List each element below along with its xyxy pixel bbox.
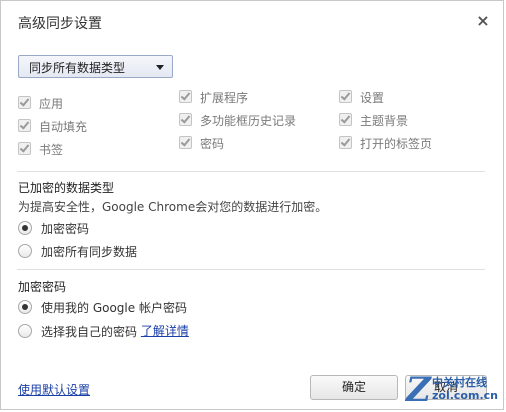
- zol-watermark-logo: Z 中关村在线 zol.com.cn: [406, 372, 502, 408]
- checkbox-checked-icon[interactable]: [179, 113, 192, 126]
- watermark-en-text: zol.com.cn: [432, 389, 498, 402]
- datatype-open-tabs[interactable]: 打开的标签页: [339, 135, 432, 151]
- learn-more-link[interactable]: 了解详情: [141, 324, 189, 338]
- radio-label: 选择我自己的密码: [41, 325, 138, 339]
- radio-choose-own-password[interactable]: 选择我自己的密码 了解详情: [18, 322, 189, 339]
- datatype-omnibox-history[interactable]: 多功能框历史记录: [179, 112, 296, 128]
- sync-type-select-value: 同步所有数据类型: [29, 61, 126, 75]
- datatype-label: 密码: [200, 137, 225, 151]
- radio-selected-icon[interactable]: [18, 299, 32, 314]
- ok-button[interactable]: 确定: [310, 375, 398, 400]
- radio-label: 加密密码: [41, 222, 90, 236]
- radio-selected-icon[interactable]: [18, 220, 32, 235]
- radio-encrypt-passwords[interactable]: 加密密码: [18, 220, 89, 236]
- section-divider: [17, 269, 485, 270]
- radio-unselected-icon[interactable]: [18, 323, 32, 338]
- checkbox-checked-icon[interactable]: [18, 142, 31, 155]
- datatype-label: 主题背景: [360, 114, 409, 128]
- checkbox-checked-icon[interactable]: [18, 96, 31, 109]
- datatype-extensions[interactable]: 扩展程序: [179, 89, 248, 105]
- datatype-label: 扩展程序: [200, 91, 249, 105]
- datatype-label: 设置: [360, 91, 385, 105]
- datatype-bookmarks[interactable]: 书签: [18, 141, 63, 157]
- close-icon[interactable]: ×: [475, 13, 491, 29]
- watermark-cn-text: 中关村在线: [432, 376, 487, 389]
- datatype-autofill[interactable]: 自动填充: [18, 118, 87, 134]
- radio-unselected-icon[interactable]: [18, 243, 32, 258]
- dropdown-arrow-icon: [156, 65, 164, 70]
- sync-type-select[interactable]: 同步所有数据类型: [18, 55, 173, 78]
- datatype-themes[interactable]: 主题背景: [339, 112, 408, 128]
- datatype-label: 自动填充: [39, 120, 88, 134]
- encrypted-types-title: 已加密的数据类型: [18, 181, 115, 195]
- datatype-settings[interactable]: 设置: [339, 89, 384, 105]
- checkbox-checked-icon[interactable]: [339, 113, 352, 126]
- use-default-settings-link[interactable]: 使用默认设置: [18, 381, 90, 398]
- datatype-label: 书签: [39, 143, 64, 157]
- dialog-title: 高级同步设置: [18, 16, 102, 32]
- datatype-apps[interactable]: 应用: [18, 95, 63, 111]
- datatype-label: 打开的标签页: [360, 137, 433, 151]
- checkbox-checked-icon[interactable]: [339, 136, 352, 149]
- encrypted-types-description: 为提高安全性，Google Chrome会对您的数据进行加密。: [18, 200, 328, 214]
- radio-use-google-password[interactable]: 使用我的 Google 帐户密码: [18, 299, 187, 315]
- checkbox-checked-icon[interactable]: [18, 119, 31, 132]
- radio-encrypt-all[interactable]: 加密所有同步数据: [18, 243, 137, 259]
- radio-label: 加密所有同步数据: [41, 245, 138, 259]
- checkbox-checked-icon[interactable]: [179, 136, 192, 149]
- section-divider: [17, 171, 485, 172]
- advanced-sync-dialog: 高级同步设置 × 同步所有数据类型 应用 自动填充 书签 扩展程序 多功能框历史…: [0, 0, 504, 410]
- checkbox-checked-icon[interactable]: [179, 90, 192, 103]
- radio-label: 使用我的 Google 帐户密码: [41, 301, 187, 315]
- datatype-label: 应用: [39, 97, 64, 111]
- passphrase-title: 加密密码: [18, 280, 67, 294]
- datatype-passwords[interactable]: 密码: [179, 135, 224, 151]
- checkbox-checked-icon[interactable]: [339, 90, 352, 103]
- zol-logo-icon: Z: [406, 370, 431, 410]
- datatype-label: 多功能框历史记录: [200, 114, 297, 128]
